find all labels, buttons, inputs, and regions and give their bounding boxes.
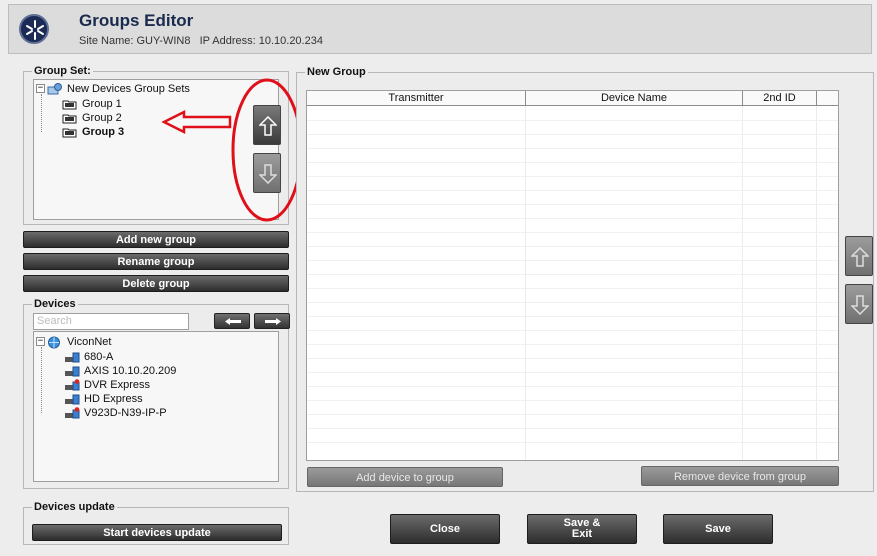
device-label: V923D-N39-IP-P xyxy=(84,406,167,419)
device-label: 680-A xyxy=(84,350,114,363)
arrow-right-icon xyxy=(265,318,281,325)
collapse-devices-button[interactable] xyxy=(214,313,250,329)
move-device-down-button[interactable] xyxy=(845,284,873,324)
devices-tree: − ViconNet 680-A AXIS 10.10.20.209 DVR E… xyxy=(33,331,279,482)
device-label: AXIS 10.10.20.209 xyxy=(84,364,177,377)
column-divider xyxy=(816,106,817,460)
annotation-arrow-icon xyxy=(161,109,232,135)
devices-panel: Devices Search − ViconNet 680-A AXIS 10.… xyxy=(23,298,290,489)
device-item[interactable]: DVR Express xyxy=(64,377,150,392)
column-divider xyxy=(742,106,743,460)
group-devices-table[interactable]: Transmitter Device Name 2nd ID xyxy=(306,90,839,461)
app-logo xyxy=(19,14,49,44)
device-icon xyxy=(64,351,80,363)
column-2nd-id[interactable]: 2nd ID xyxy=(743,91,817,106)
site-info: Site Name: GUY-WIN8 IP Address: 10.10.20… xyxy=(79,35,323,47)
arrow-down-icon xyxy=(851,295,869,315)
add-device-to-group-button[interactable]: Add device to group xyxy=(307,467,503,487)
expand-devices-button[interactable] xyxy=(254,313,290,329)
device-item[interactable]: HD Express xyxy=(64,391,143,406)
remove-device-from-group-button[interactable]: Remove device from group xyxy=(641,466,839,486)
device-item[interactable]: 680-A xyxy=(64,349,113,364)
tree-item-label: Group 2 xyxy=(82,111,122,124)
group-set-title: Group Set: xyxy=(32,65,93,77)
arrow-left-icon xyxy=(225,318,241,325)
device-label: DVR Express xyxy=(84,378,151,391)
folder-icon xyxy=(62,126,78,138)
device-item[interactable]: V923D-N39-IP-P xyxy=(64,405,167,420)
delete-group-button[interactable]: Delete group xyxy=(23,275,289,292)
collapse-icon[interactable]: − xyxy=(36,84,45,93)
tree-item-group-1[interactable]: Group 1 xyxy=(62,96,122,111)
annotation-ellipse xyxy=(231,78,303,222)
start-devices-update-button[interactable]: Start devices update xyxy=(32,524,282,541)
tree-item-label: Group 3 xyxy=(82,125,125,138)
annotation-overlay xyxy=(161,78,303,222)
add-new-group-button[interactable]: Add new group xyxy=(23,231,289,248)
tree-connector xyxy=(41,94,42,132)
device-offline-icon xyxy=(64,378,80,391)
save-exit-line2: Exit xyxy=(571,528,593,540)
device-label: HD Express xyxy=(84,392,143,405)
tree-item-label: Group 1 xyxy=(82,97,122,110)
arrow-up-icon xyxy=(851,247,869,267)
save-and-exit-button[interactable]: Save & Exit xyxy=(527,514,637,544)
collapse-icon[interactable]: − xyxy=(36,337,45,346)
page-title: Groups Editor xyxy=(79,11,194,30)
device-search-input[interactable]: Search xyxy=(33,313,189,330)
tree-item-group-3[interactable]: Group 3 xyxy=(62,124,124,139)
tree-root-label: ViconNet xyxy=(67,335,112,348)
folder-icon xyxy=(62,98,78,110)
tree-root-viconnet[interactable]: − ViconNet xyxy=(36,334,111,349)
globe-icon xyxy=(47,336,63,348)
close-button[interactable]: Close xyxy=(390,514,500,544)
tree-item-group-2[interactable]: Group 2 xyxy=(62,110,122,125)
device-item[interactable]: AXIS 10.10.20.209 xyxy=(64,363,176,378)
move-device-up-button[interactable] xyxy=(845,236,873,276)
rename-group-button[interactable]: Rename group xyxy=(23,253,289,270)
new-group-title: New Group xyxy=(305,66,368,78)
new-group-panel: New Group Transmitter Device Name 2nd ID xyxy=(296,66,874,492)
column-divider xyxy=(525,106,526,460)
device-icon xyxy=(64,393,80,405)
window-header: Groups Editor Site Name: GUY-WIN8 IP Add… xyxy=(8,4,872,54)
folder-icon xyxy=(62,112,78,124)
column-transmitter[interactable]: Transmitter xyxy=(307,91,526,106)
table-header: Transmitter Device Name 2nd ID xyxy=(307,91,838,106)
group-sets-icon xyxy=(47,82,63,95)
tree-connector xyxy=(41,347,42,413)
devices-update-panel: Devices update Start devices update xyxy=(23,501,289,545)
device-icon xyxy=(64,365,80,377)
device-offline-icon xyxy=(64,406,80,419)
save-button[interactable]: Save xyxy=(663,514,773,544)
devices-title: Devices xyxy=(32,298,78,310)
column-device-name[interactable]: Device Name xyxy=(526,91,743,106)
devices-update-title: Devices update xyxy=(32,501,117,513)
